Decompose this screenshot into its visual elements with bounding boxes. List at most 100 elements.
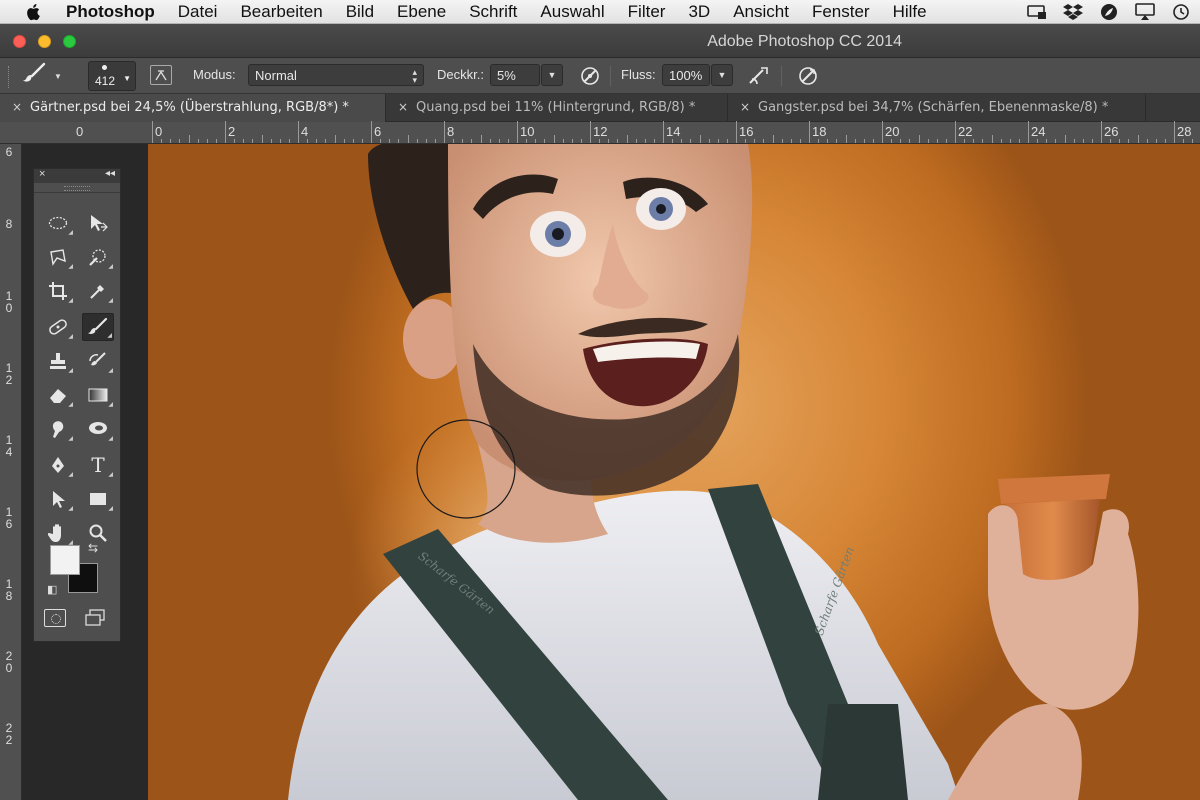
ruler-tick-mark [571, 139, 573, 143]
menu-bild[interactable]: Bild [346, 2, 374, 22]
ruler-tick-mark [736, 121, 737, 143]
menu-schrift[interactable]: Schrift [469, 2, 517, 22]
zoom-window-button[interactable] [63, 35, 76, 48]
collapse-panel-icon[interactable]: ◂◂ [105, 168, 115, 179]
ruler-tick-mark [380, 139, 382, 143]
ruler-tick-mark [991, 135, 993, 143]
menu-datei[interactable]: Datei [178, 2, 218, 22]
gradient-tool-icon[interactable]: ◢ [82, 381, 114, 409]
clone-stamp-tool-icon[interactable]: ◢ [42, 347, 74, 375]
fluss-slider-button[interactable]: ▼ [711, 64, 733, 86]
menu-filter[interactable]: Filter [628, 2, 666, 22]
leaf-icon[interactable] [1098, 2, 1120, 22]
tab-label: Quang.psd bei 11% (Hintergrund, RGB/8) * [416, 100, 696, 115]
ruler-tick-mark [1137, 135, 1139, 143]
ruler-tick-label: 8 [447, 124, 455, 139]
menu-hilfe[interactable]: Hilfe [893, 2, 927, 22]
dodge-tool-icon[interactable]: ◢ [82, 415, 114, 443]
ruler-tick-label: 20 [5, 649, 13, 675]
ruler-tick-mark [799, 139, 801, 143]
ruler-tick-mark [708, 139, 710, 143]
airplay-icon[interactable] [1134, 2, 1156, 22]
rectangle-tool-icon[interactable]: ◢ [82, 485, 114, 513]
pressure-size-icon[interactable] [795, 64, 821, 88]
ruler-tick-mark [535, 139, 537, 143]
crop-tool-icon[interactable]: ◢ [42, 277, 74, 305]
hand-tool-icon[interactable]: ◢ [42, 519, 74, 547]
minimize-window-button[interactable] [38, 35, 51, 48]
ruler-tick-mark [818, 139, 820, 143]
ruler-tick-mark [507, 139, 509, 143]
modus-select[interactable]: Normal ▴ ▾ [248, 64, 424, 86]
vertical-ruler[interactable]: 6 8 10 12 14 16 18 20 22 [0, 144, 22, 800]
ruler-tick-mark [1009, 139, 1011, 143]
close-tab-icon[interactable]: × [398, 100, 408, 114]
menu-3d[interactable]: 3D [688, 2, 710, 22]
quick-selection-tool-icon[interactable]: ◢ [82, 243, 114, 271]
menu-ansicht[interactable]: Ansicht [733, 2, 789, 22]
pressure-opacity-icon[interactable] [577, 64, 603, 88]
airbrush-icon[interactable] [746, 64, 772, 88]
dropbox-icon[interactable] [1062, 2, 1084, 22]
tab-gangster[interactable]: × Gangster.psd bei 34,7% (Schärfen, Eben… [728, 94, 1146, 122]
close-tab-icon[interactable]: × [12, 100, 22, 114]
elliptical-marquee-tool-icon[interactable]: ◢ [42, 209, 74, 237]
ruler-tick-mark [809, 121, 810, 143]
ruler-tick-mark [152, 121, 153, 143]
ruler-tick-mark [1000, 139, 1002, 143]
menu-ebene[interactable]: Ebene [397, 2, 446, 22]
apple-menu-icon[interactable] [20, 3, 48, 21]
move-tool-icon[interactable] [82, 209, 114, 237]
quick-mask-icon[interactable] [44, 609, 66, 627]
close-panel-icon[interactable]: × [39, 168, 45, 180]
default-colors-icon[interactable]: ◧ [47, 583, 57, 596]
ruler-tick-mark [398, 139, 400, 143]
ruler-tick-mark [517, 121, 518, 143]
menu-photoshop[interactable]: Photoshop [66, 2, 155, 22]
document-canvas[interactable]: Scharfe Gärten Scharfe Gärten [148, 144, 1200, 800]
tools-panel-header: × ◂◂ [34, 168, 120, 183]
options-bar-grip[interactable] [8, 66, 11, 88]
display-icon[interactable] [1026, 2, 1048, 22]
lasso-tool-icon[interactable]: ◢ [42, 243, 74, 271]
foreground-color-swatch[interactable] [50, 545, 80, 575]
fluss-input[interactable]: 100% [662, 64, 710, 86]
menu-auswahl[interactable]: Auswahl [540, 2, 604, 22]
swap-colors-icon[interactable]: ⇆ [88, 541, 98, 555]
close-window-button[interactable] [13, 35, 26, 48]
ruler-tick-mark [854, 139, 856, 143]
pen-tool-icon[interactable]: ◢ [42, 451, 74, 479]
ruler-tick-mark [170, 139, 172, 143]
healing-brush-tool-icon[interactable]: ◢ [42, 313, 74, 341]
deckkraft-slider-button[interactable]: ▼ [541, 64, 563, 86]
ruler-tick-mark [307, 139, 309, 143]
deckkraft-input[interactable]: 5% [490, 64, 540, 86]
eyedropper-tool-icon[interactable]: ◢ [82, 277, 114, 305]
ruler-tick-mark [1046, 139, 1048, 143]
close-tab-icon[interactable]: × [740, 100, 750, 114]
tab-quang[interactable]: × Quang.psd bei 11% (Hintergrund, RGB/8)… [386, 94, 728, 122]
brush-tool-icon[interactable]: ◢ [82, 313, 114, 341]
tools-panel-grip[interactable] [34, 183, 120, 193]
ruler-tick-mark [653, 139, 655, 143]
tab-gaertner[interactable]: × Gärtner.psd bei 24,5% (Überstrahlung, … [0, 94, 386, 122]
ruler-tick-mark [480, 135, 482, 143]
ruler-tick-label: 16 [739, 124, 754, 139]
screen-mode-icon[interactable] [84, 609, 108, 627]
ruler-tick-label: 24 [1031, 124, 1046, 139]
brush-panel-toggle-button[interactable] [150, 65, 172, 85]
menu-fenster[interactable]: Fenster [812, 2, 870, 22]
tool-preset-picker[interactable]: ▼ [22, 62, 74, 89]
ruler-tick-mark [334, 135, 336, 143]
time-machine-icon[interactable] [1170, 2, 1192, 22]
path-selection-tool-icon[interactable]: ◢ [42, 485, 74, 513]
eraser-tool-icon[interactable]: ◢ [42, 381, 74, 409]
menu-bearbeiten[interactable]: Bearbeiten [240, 2, 322, 22]
smudge-tool-icon[interactable]: ◢ [42, 415, 74, 443]
history-brush-tool-icon[interactable]: ◢ [82, 347, 114, 375]
ruler-tick-mark [1128, 139, 1130, 143]
ruler-tick-mark [288, 139, 290, 143]
type-tool-icon[interactable]: T ◢ [82, 451, 114, 479]
brush-preset-picker[interactable]: 412 ▼ [88, 61, 136, 91]
horizontal-ruler[interactable]: 0 2 4 6 8 10 12 14 16 18 20 22 24 26 28 [148, 121, 1200, 144]
